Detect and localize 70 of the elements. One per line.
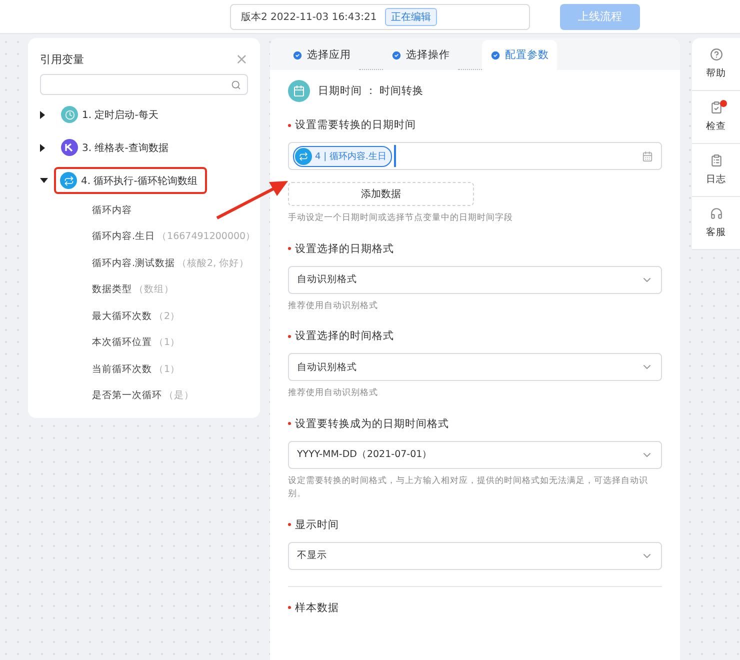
help-icon <box>710 48 722 61</box>
variable-name: 数据类型 <box>92 283 132 296</box>
node-label: 3. 维格表-查询数据 <box>82 142 168 155</box>
variable-name: 是否第一次循环 <box>92 389 162 402</box>
variable-name: 循环内容 <box>92 204 132 217</box>
headset-icon <box>710 207 722 220</box>
step-tab[interactable]: 选择操作 <box>383 40 458 70</box>
field-hint: 手动设定一个日期时间或选择节点变量中的日期时间字段 <box>288 212 514 225</box>
clipboard-check-icon <box>710 101 722 114</box>
tree-node[interactable]: 3. 维格表-查询数据 <box>55 134 178 162</box>
format-select[interactable]: 自动识别格式 <box>288 266 662 294</box>
calendar-icon <box>288 80 310 102</box>
field-hint: 设定需要转换的时间格式，与上方输入相对应，提供的时间格式如无法满足，可选择自动识别。 <box>288 474 649 502</box>
field-hint: 推荐使用自动识别格式 <box>288 300 379 313</box>
variable-value: （数组） <box>134 283 174 296</box>
field-label: 设置选择的时间格式 <box>288 329 662 344</box>
node-label: 4. 循环执行-循环轮询数组 <box>81 174 198 188</box>
variable-value: （核酸2, 你好） <box>177 256 250 270</box>
variable-name: 最大循环次数 <box>92 310 152 323</box>
variable-name: 循环内容.生日 <box>92 230 156 244</box>
side-tool-button[interactable]: 客服 <box>692 197 740 250</box>
field-label: 显示时间 <box>288 518 662 532</box>
format-select[interactable]: 自动识别格式 <box>288 353 662 382</box>
action-title: 日期时间 ： 时间转换 <box>318 84 424 98</box>
clipboard-icon <box>710 154 722 167</box>
clock-icon <box>61 106 78 124</box>
loop-icon <box>60 172 77 190</box>
format-select[interactable]: 不显示 <box>288 542 662 570</box>
status-badge: 正在编辑 <box>384 8 437 26</box>
datetime-input[interactable]: 4 | 循环内容.生日 <box>288 142 662 170</box>
step-tab[interactable]: 配置参数 <box>482 40 557 70</box>
variable-value: （2） <box>154 310 180 323</box>
tree-node[interactable]: 4. 循环执行-循环轮询数组 <box>54 167 208 194</box>
check-circle-icon <box>391 50 402 60</box>
check-circle-icon <box>292 50 303 60</box>
check-circle-icon <box>490 50 501 60</box>
variable-item[interactable]: 本次循环位置 （1） <box>40 332 248 354</box>
variable-value: （是） <box>164 389 194 402</box>
variable-name: 当前循环次数 <box>92 362 152 376</box>
field-hint: 推荐使用自动识别格式 <box>288 387 379 400</box>
loop-icon <box>295 148 312 164</box>
variable-item[interactable]: 最大循环次数 （2） <box>40 306 248 327</box>
side-tool-button[interactable]: 检查 <box>692 91 740 144</box>
text-cursor <box>394 145 396 167</box>
variable-value: （1） <box>154 336 180 350</box>
format-select[interactable]: YYYY-MM-DD（2021-07-01） <box>288 440 662 469</box>
add-data-button[interactable]: 添加数据 <box>288 182 474 206</box>
variable-name: 循环内容.测试数据 <box>92 256 176 270</box>
panel-title: 引用变量 <box>40 52 84 66</box>
table-app-icon <box>61 139 78 156</box>
field-label: 设置选择的日期格式 <box>288 242 662 256</box>
variable-name: 本次循环位置 <box>92 336 152 350</box>
field-label: 设置要转换成为的日期时间格式 <box>288 416 662 431</box>
variable-value: （1） <box>154 362 180 376</box>
version-select[interactable]: 版本2 2022-11-03 16:43:21 正在编辑 <box>230 4 530 30</box>
side-tool-button[interactable]: 帮助 <box>692 38 740 91</box>
search-field[interactable] <box>40 74 248 96</box>
field-label: 样本数据 <box>288 600 662 615</box>
variable-item[interactable]: 数据类型 （数组） <box>40 280 248 300</box>
node-label: 1. 定时启动-每天 <box>82 108 158 122</box>
variable-item[interactable]: 循环内容.测试数据 （核酸2, 你好） <box>40 253 248 274</box>
step-tab[interactable]: 选择应用 <box>284 40 359 70</box>
variable-item[interactable]: 是否第一次循环 （是） <box>40 386 248 406</box>
tree-node[interactable]: 1. 定时启动-每天 <box>55 101 168 128</box>
search-icon <box>231 80 241 90</box>
field-label: 设置需要转换的日期时间 <box>288 118 662 132</box>
variable-item[interactable]: 循环内容 <box>40 200 248 221</box>
side-tool-button[interactable]: 日志 <box>692 144 740 197</box>
variable-item[interactable]: 当前循环次数 （1） <box>40 359 248 380</box>
variable-token[interactable]: 4 | 循环内容.生日 <box>293 146 392 166</box>
